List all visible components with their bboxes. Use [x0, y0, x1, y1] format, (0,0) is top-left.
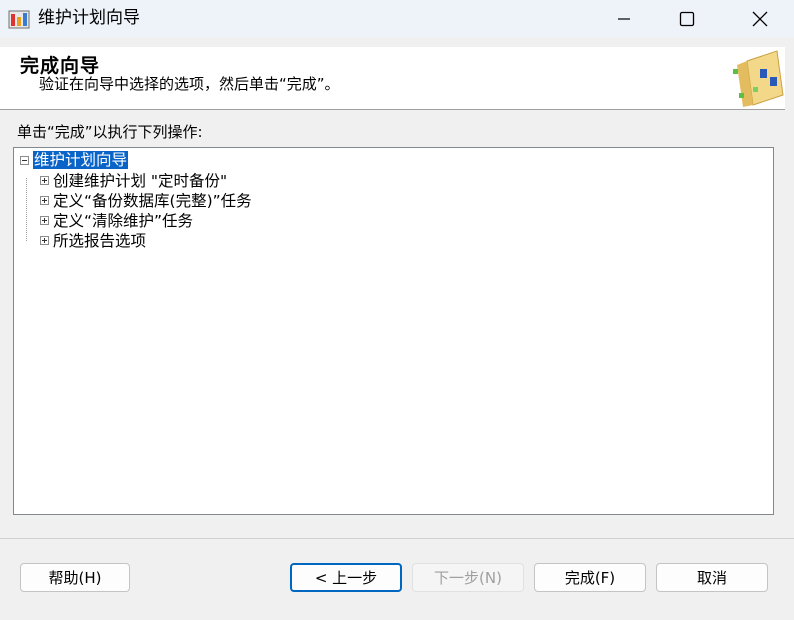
tree-node-label: 创建维护计划 "定时备份" — [53, 172, 228, 190]
page-subtitle: 验证在向导中选择的选项，然后单击“完成”。 — [39, 75, 340, 93]
minimize-button[interactable] — [593, 0, 655, 37]
tree-connector — [26, 178, 27, 241]
tree-node-label: 定义“备份数据库(完整)”任务 — [53, 192, 252, 210]
maximize-button[interactable] — [656, 0, 718, 37]
tree-root-node[interactable]: 维护计划向导 — [20, 150, 129, 170]
tree-node-label: 所选报告选项 — [53, 232, 147, 250]
help-button[interactable]: 帮助(H) — [20, 563, 130, 592]
wizard-header: 完成向导 验证在向导中选择的选项，然后单击“完成”。 — [0, 47, 785, 110]
expand-icon[interactable] — [40, 215, 49, 225]
tree-node[interactable]: 所选报告选项 — [40, 230, 146, 250]
wizard-graphic-icon — [733, 50, 784, 107]
tree-node-label: 定义“清除维护”任务 — [53, 212, 194, 230]
instruction-label: 单击“完成”以执行下列操作: — [17, 123, 203, 141]
cancel-button[interactable]: 取消 — [656, 563, 768, 592]
footer-divider — [0, 538, 794, 539]
expand-icon[interactable] — [40, 195, 49, 205]
collapse-icon[interactable] — [20, 155, 29, 165]
tree-node[interactable]: 定义“清除维护”任务 — [40, 210, 193, 230]
minimize-icon — [618, 17, 630, 20]
close-icon — [752, 11, 768, 26]
expand-icon[interactable] — [40, 235, 49, 245]
tree-node[interactable]: 创建维护计划 "定时备份" — [40, 170, 227, 190]
back-button[interactable]: < 上一步 — [290, 563, 402, 592]
maximize-icon — [679, 11, 695, 26]
summary-tree[interactable]: 维护计划向导 创建维护计划 "定时备份" 定义“备份数据库(完整)”任务 定义“… — [13, 147, 774, 515]
close-button[interactable] — [729, 0, 791, 37]
next-button[interactable]: 下一步(N) — [412, 563, 524, 592]
title-bar: 维护计划向导 — [0, 0, 794, 37]
expand-icon[interactable] — [40, 175, 49, 185]
tree-root-label: 维护计划向导 — [33, 151, 129, 169]
window-title: 维护计划向导 — [38, 8, 140, 28]
tree-node[interactable]: 定义“备份数据库(完整)”任务 — [40, 190, 252, 210]
app-icon — [8, 10, 30, 29]
finish-button[interactable]: 完成(F) — [534, 563, 646, 592]
